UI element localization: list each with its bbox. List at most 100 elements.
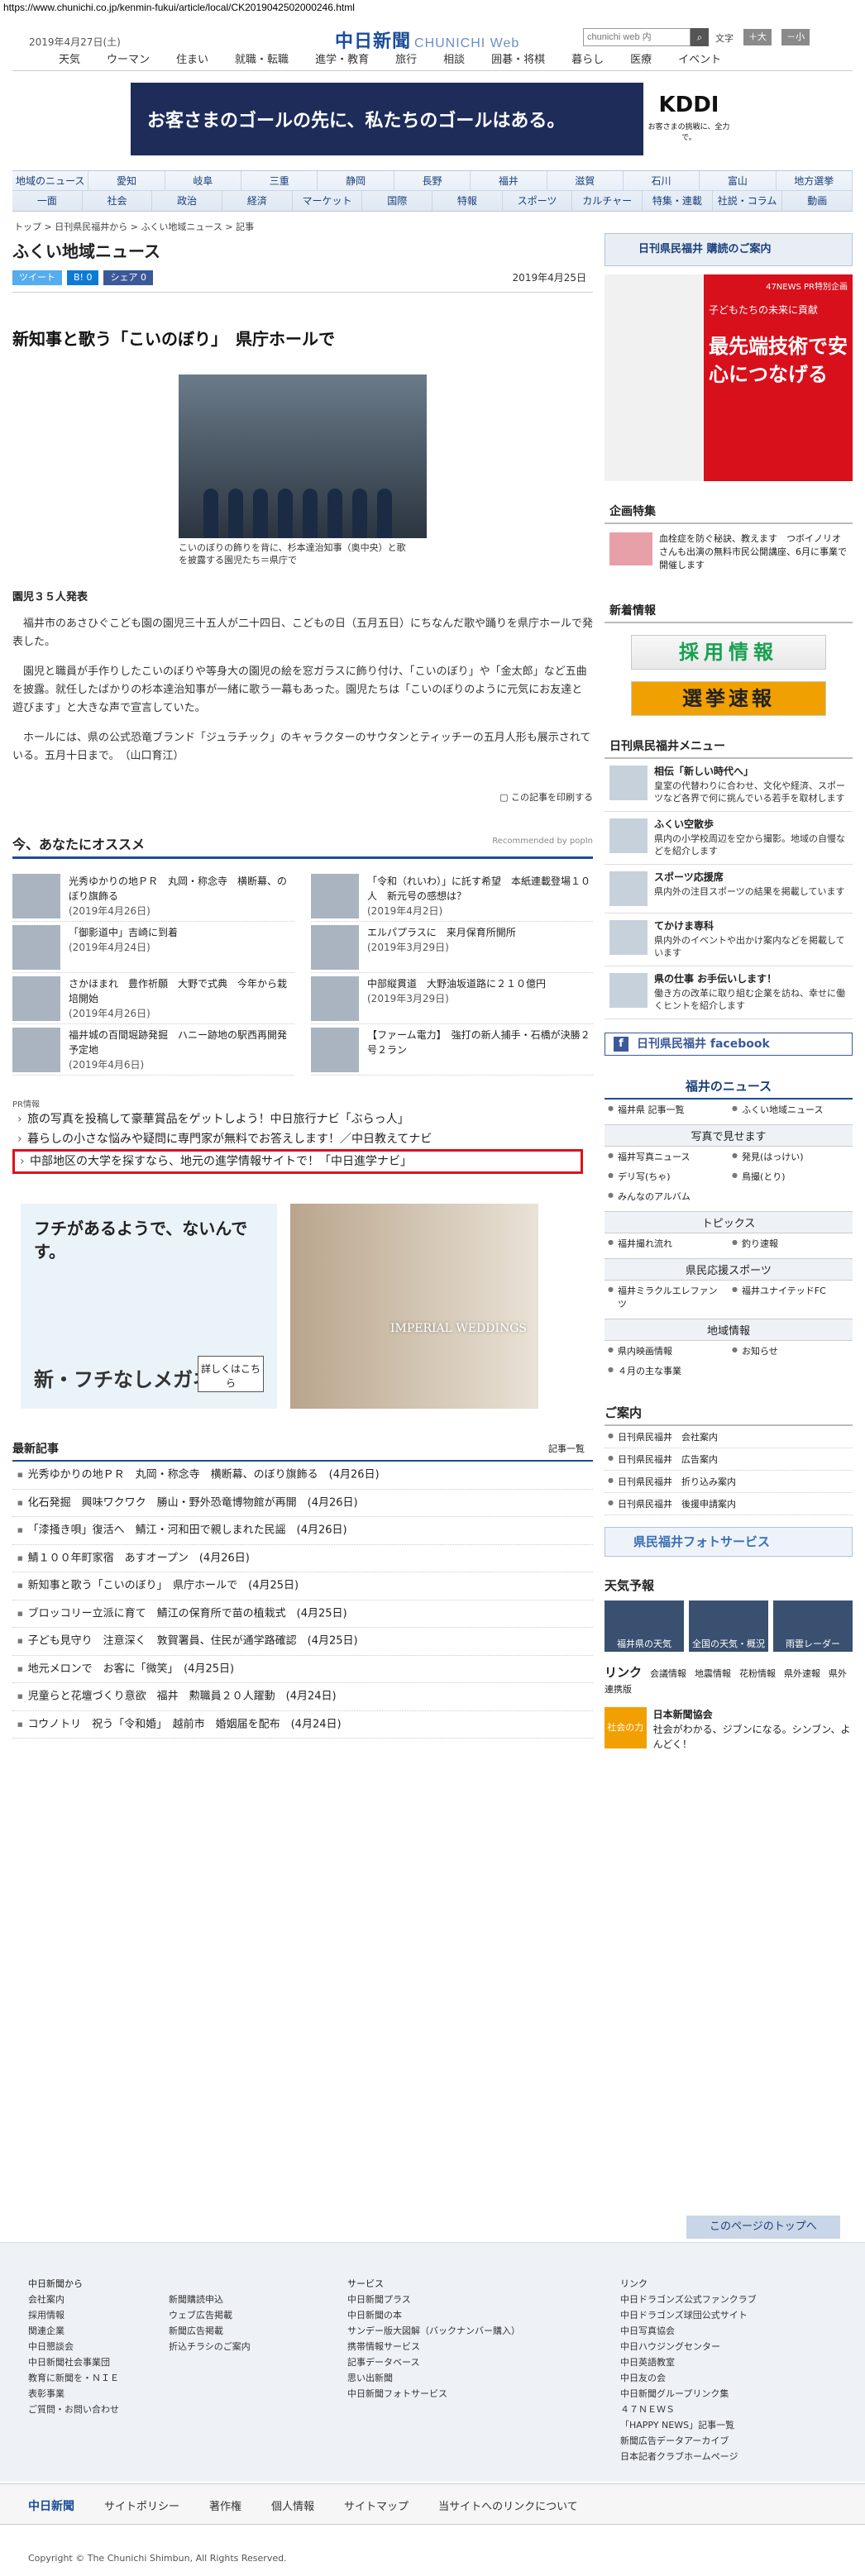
category-item[interactable]: 社説・コラム [713,191,783,211]
footer-link[interactable]: 中日英語教室 [620,2354,757,2370]
latest-more-link[interactable]: 記事一覧 [548,1442,585,1455]
footer-bar-link[interactable]: 個人情報 [271,2497,314,2514]
side-link[interactable]: お知らせ [729,1341,853,1361]
footer-link[interactable]: 新聞購読申込 [169,2292,251,2307]
nav-item[interactable]: 住まい [163,51,222,70]
wedding-ad[interactable]: IMPERIAL WEDDINGS [290,1204,538,1409]
47news-ad[interactable]: 47NEWS PR特別企画 子どもたちの未来に貢献 最先端技術で安心につなげる [605,274,853,481]
guide-link[interactable]: 日刊県民福井 後援申請案内 [605,1493,853,1515]
guide-link[interactable]: 日刊県民福井 折り込み案内 [605,1471,853,1493]
footer-logo[interactable]: 中日新聞 [28,2497,74,2514]
footer-link[interactable]: 日本記者クラブホームページ [620,2449,757,2464]
footer-bar-link[interactable]: サイトマップ [344,2497,409,2514]
footer-link[interactable]: ウェブ広告掲載 [169,2307,251,2323]
side-link[interactable]: 県内映画情報 [605,1341,729,1361]
footer-bar-link[interactable]: サイトポリシー [104,2497,179,2514]
footer-link[interactable]: 中日新聞社会事業団 [28,2354,119,2370]
recommend-item[interactable]: 「御影道中」吉崎に到着 (2019年4月24日) [12,922,294,973]
category-item[interactable]: 社会 [83,191,153,211]
side-link[interactable]: 発見(はっけい) [729,1147,853,1166]
search-input[interactable] [583,28,691,46]
external-link[interactable]: 花粉情報 [739,1668,776,1679]
category-item[interactable]: 動画 [782,191,853,211]
footer-link[interactable]: 新聞広告データアーカイブ [620,2433,757,2449]
recommend-item[interactable]: 光秀ゆかりの地ＰＲ 丸岡・称念寺 横断幕、のぼり旗飾る (2019年4月26日) [12,871,294,922]
footer-link[interactable]: 新聞広告掲載 [169,2323,251,2339]
latest-item[interactable]: 地元メロンで お客に「微笑」 (4月25日) [12,1656,593,1683]
guide-link[interactable]: 日刊県民福井 会社案内 [605,1426,853,1448]
category-item[interactable]: 岐阜 [165,171,242,190]
category-item[interactable]: 石川 [624,171,700,190]
nav-item[interactable]: 囲碁・将棋 [478,51,558,70]
weather-link[interactable]: 全国の天気・概況 [689,1600,768,1652]
breadcrumb[interactable]: トップ > 日刊県民福井から > ふくい地域ニュース > 記事 [12,220,853,233]
side-link[interactable]: デリ写(ちゃ) [605,1166,729,1186]
recommend-title[interactable]: エルパプラスに 来月保育所開所 [367,925,516,940]
recommend-title[interactable]: 光秀ゆかりの地ＰＲ 丸岡・称念寺 横断幕、のぼり旗飾る [69,874,294,904]
recommend-item[interactable]: 【ファーム電力】 強打の新人捕手・石橋が決勝２号２ラン [311,1024,593,1076]
hatena-button[interactable]: B! 0 [67,270,99,285]
side-link[interactable]: 釣り速報 [729,1233,853,1253]
feature-item[interactable]: 血栓症を防ぐ秘訣、教えます つボイノリオさんも出演の無料市民公開講座、6月に事業… [605,524,853,580]
footer-link[interactable]: 携帯情報サービス [347,2339,520,2354]
nav-item[interactable]: 医療 [617,51,665,70]
category-item[interactable]: 一面 [12,191,83,211]
font-smaller-button[interactable]: －小 [781,29,810,45]
side-link[interactable]: 福井ミラクルエレファンツ [605,1281,729,1314]
press-assoc-ad[interactable]: 社会の力 日本新聞協会 社会がわかる、ジブンになる。シンブン、よんどく！ [605,1707,853,1752]
font-bigger-button[interactable]: ＋大 [743,29,772,45]
menu-item[interactable]: てかけま専科 県内外のイベントや出かけ案内などを掲載しています [605,914,853,966]
footer-link[interactable]: 記事データベース [347,2354,520,2370]
glasses-ad[interactable]: フチがあるようで、ないんです。 新・フチなしメガネ 詳しくはこちら [21,1204,277,1409]
external-link[interactable]: 地震情報 [695,1668,731,1679]
recommend-item[interactable]: 「令和（れいわ）」に託す希望 本紙連載登場１０人 新元号の感想は？ (2019年4… [311,871,593,922]
senkyo-button[interactable]: 選挙速報 [631,681,826,716]
search-icon[interactable]: ⌕ [691,28,709,46]
footer-link[interactable]: 中日新聞フォトサービス [347,2386,520,2402]
kddi-banner-ad[interactable]: お客さまのゴールの先に、私たちのゴールはある。 KDDI お客さまの挑戦に、全力で… [131,83,734,155]
category-item[interactable]: スポーツ [503,191,573,211]
nav-item[interactable]: ウーマン [93,51,163,70]
footer-link[interactable]: 表彰事業 [28,2386,119,2402]
footer-link[interactable]: 採用情報 [28,2307,119,2323]
footer-link[interactable]: 中日懇談会 [28,2339,119,2354]
nav-item[interactable]: 天気 [45,51,93,70]
tweet-button[interactable]: ツイート [12,270,62,285]
latest-item[interactable]: コウノトリ 祝う「令和婚」 越前市 婚姻届を配布 (4月24日) [12,1711,593,1739]
nav-item[interactable]: 相談 [430,51,478,70]
category-item[interactable]: 富山 [700,171,777,190]
weather-link[interactable]: 雨雲レーダー [773,1600,853,1652]
menu-item[interactable]: 相伝「新しい時代へ」 皇室の代替わりに合わせ、文化や経済、スポーツなど各界で何に挑… [605,759,853,812]
latest-item[interactable]: 光秀ゆかりの地ＰＲ 丸岡・称念寺 横断幕、のぼり旗飾る (4月26日) [12,1462,593,1490]
footer-link[interactable]: 中日ハウジングセンター [620,2339,757,2354]
recommend-title[interactable]: 「御影道中」吉崎に到着 [69,925,178,940]
footer-link[interactable]: 折込チラシのご案内 [169,2339,251,2354]
category-item[interactable]: 三重 [241,171,318,190]
footer-link[interactable]: 中日ドラゴンズ球団公式サイト [620,2307,757,2323]
latest-item[interactable]: 児童らと花壇づくり意欲 福井 勲職員２０人躍動 (4月24日) [12,1683,593,1711]
print-link[interactable]: ▢ この記事を印刷する [12,790,593,804]
latest-item[interactable]: 「漆掻き唄」復活へ 鯖江・河和田で親しまれた民謡 (4月26日) [12,1517,593,1545]
footer-link[interactable]: 思い出新聞 [347,2370,520,2386]
pr-link-highlighted[interactable]: 中部地区の大学を探すなら、地元の進学情報サイトで！「中日進学ナビ」 [12,1149,583,1174]
nav-item[interactable]: 進学・教育 [302,51,382,70]
category-item[interactable]: 長野 [394,171,471,190]
category-item[interactable]: 国際 [362,191,433,211]
footer-bar-link[interactable]: 当サイトへのリンクについて [438,2497,578,2514]
footer-link[interactable]: 教育に新聞を・ＮＩＥ [28,2370,119,2386]
subscribe-banner[interactable]: 日刊県民福井 購読のご案内 [605,233,853,266]
nav-item[interactable]: 暮らし [558,51,617,70]
external-link[interactable]: 県外速報 [784,1668,820,1679]
latest-item[interactable]: 化石発掘 興味ワクワク 勝山・野外恐竜博物館が再開 (4月26日) [12,1490,593,1517]
latest-item[interactable]: 鯖１００年町家宿 あすオープン (4月26日) [12,1545,593,1572]
nav-item[interactable]: イベント [665,51,734,70]
footer-link[interactable]: サンデー版大図解（バックナンバー購入） [347,2323,520,2339]
photo-service-banner[interactable]: 県民福井フォトサービス [605,1527,853,1557]
recommend-item[interactable]: 福井城の百間堀跡発掘 ハニー跡地の駅西再開発予定地 (2019年4月6日) [12,1024,294,1076]
pr-link[interactable]: 暮らしの小さな悩みや疑問に専門家が無料でお答えします！／中日教えてナビ [12,1129,593,1149]
latest-item[interactable]: 新知事と歌う「こいのぼり」 県庁ホールで (4月25日) [12,1572,593,1600]
category-item[interactable]: 地域のニュース [12,171,89,190]
latest-item[interactable]: ブロッコリー立派に育て 鯖江の保育所で苗の植栽式 (4月25日) [12,1600,593,1628]
recommend-title[interactable]: さかほまれ 豊作祈願 大野で式典 今年から栽培開始 [69,976,294,1006]
side-link[interactable]: ふくい地域ニュース [729,1100,853,1119]
